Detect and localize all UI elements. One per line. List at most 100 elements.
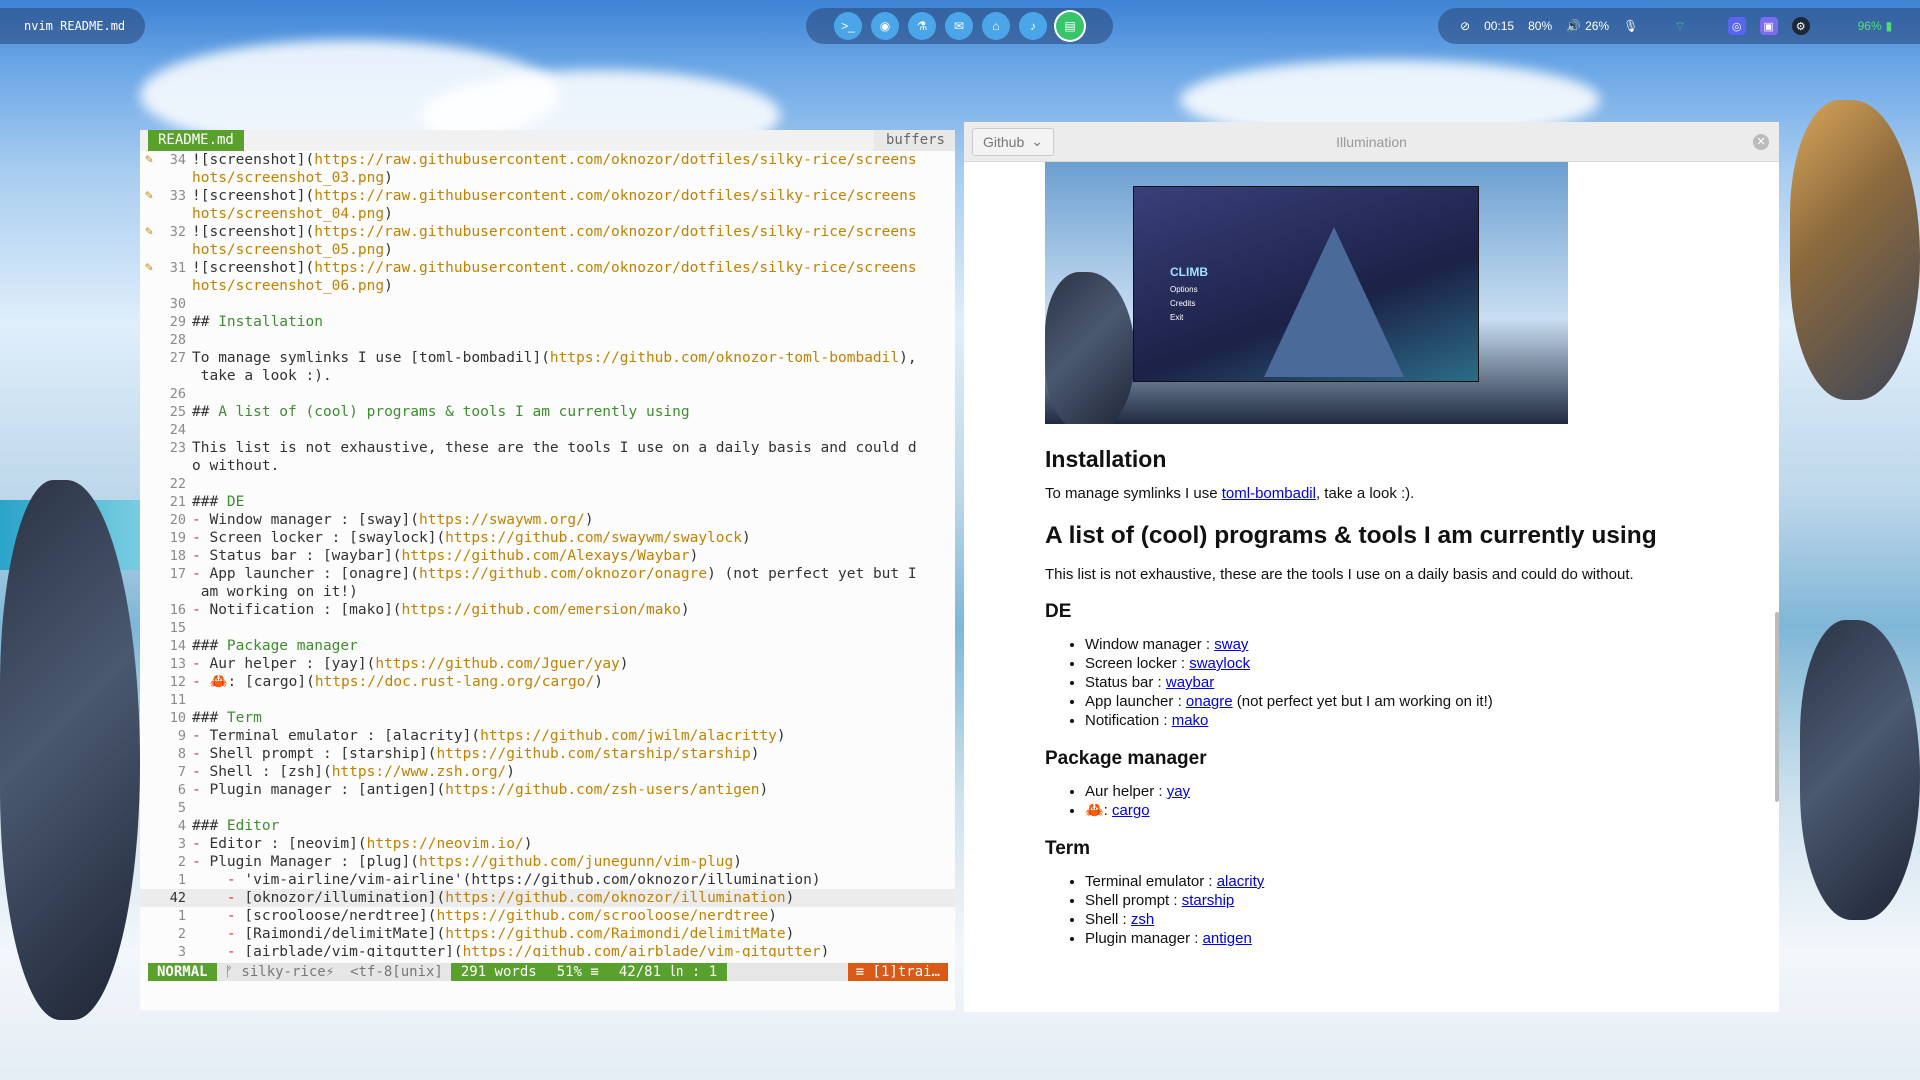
- sign-column: [140, 349, 158, 367]
- editor-line[interactable]: take a look :).: [140, 367, 955, 385]
- markdown-preview-window[interactable]: Github ⌄ Illumination ✕ CLIMB Options Cr…: [964, 122, 1779, 1012]
- editor-line[interactable]: 4 ### Editor: [140, 817, 955, 835]
- editor-line[interactable]: 16- Notification : [mako](https://github…: [140, 601, 955, 619]
- editor-line[interactable]: ✎ 32 ![screenshot](https://raw.githubuserc…: [140, 223, 955, 241]
- scrollbar[interactable]: [1775, 612, 1779, 802]
- editor-line[interactable]: o without.: [140, 457, 955, 475]
- editor-line[interactable]: 3- Editor : [neovim](https://neovim.io/): [140, 835, 955, 853]
- neovim-window[interactable]: README.md buffers ✎ 34 ![screenshot](https…: [140, 130, 955, 1010]
- editor-line[interactable]: ✎ 34 ![screenshot](https://raw.githubuserc…: [140, 151, 955, 169]
- editor-line[interactable]: 10 ### Term: [140, 709, 955, 727]
- editor-line[interactable]: am working on it!): [140, 583, 955, 601]
- eye-off-icon[interactable]: ⊘: [1460, 19, 1470, 33]
- link-antigen[interactable]: antigen: [1203, 930, 1252, 947]
- editor-buffer[interactable]: ✎ 34 ![screenshot](https://raw.githubuserc…: [140, 151, 955, 957]
- editor-line[interactable]: 8- Shell prompt : [starship](https://git…: [140, 745, 955, 763]
- editor-line[interactable]: 13- Aur helper : [yay](https://github.co…: [140, 655, 955, 673]
- tab-readme[interactable]: README.md: [148, 130, 244, 151]
- window-title: nvim README.md: [0, 8, 145, 44]
- line-text: - App launcher : [onagre](https://github…: [192, 565, 955, 583]
- flask-icon[interactable]: ⚗: [908, 12, 936, 40]
- editor-line[interactable]: 3 - [airblade/vim-gitgutter](https://git…: [140, 943, 955, 957]
- link-onagre[interactable]: onagre: [1186, 693, 1233, 710]
- microphone-icon[interactable]: 🎙: [1623, 19, 1638, 33]
- notes-icon[interactable]: ▤: [1056, 12, 1084, 40]
- line-number: 16: [169, 602, 186, 618]
- editor-line[interactable]: 2 - [Raimondi/delimitMate](https://githu…: [140, 925, 955, 943]
- editor-line[interactable]: 11: [140, 691, 955, 709]
- editor-line[interactable]: 27 To manage symlinks I use [toml-bombadi…: [140, 349, 955, 367]
- link-sway[interactable]: sway: [1214, 636, 1248, 653]
- url-text: https://github.com/Raimondi/delimitMate: [445, 926, 786, 942]
- editor-line[interactable]: hots/screenshot_03.png): [140, 169, 955, 187]
- preview-content[interactable]: CLIMB Options Credits Exit Installation …: [964, 162, 1779, 1012]
- discord-icon[interactable]: ◎: [1727, 17, 1746, 35]
- editor-line[interactable]: 20- Window manager : [sway](https://sway…: [140, 511, 955, 529]
- editor-line[interactable]: 22: [140, 475, 955, 493]
- tab-buffers[interactable]: buffers: [873, 130, 955, 151]
- link-zsh[interactable]: zsh: [1131, 911, 1154, 928]
- wifi-icon[interactable]: ⌔: [1674, 19, 1685, 34]
- theme-select[interactable]: Github ⌄: [972, 127, 1054, 156]
- game-menu: Options Credits Exit: [1170, 283, 1198, 325]
- link-cargo[interactable]: cargo: [1112, 802, 1150, 819]
- editor-line[interactable]: 2- Plugin Manager : [plug](https://githu…: [140, 853, 955, 871]
- editor-line[interactable]: 21 ### DE: [140, 493, 955, 511]
- editor-line[interactable]: 14 ### Package manager: [140, 637, 955, 655]
- editor-line[interactable]: 18- Status bar : [waybar](https://github…: [140, 547, 955, 565]
- editor-line[interactable]: 19- Screen locker : [swaylock](https://g…: [140, 529, 955, 547]
- url-text: https://raw.githubusercontent.com/oknozo…: [314, 260, 917, 276]
- url-text: hots/screenshot_03.png: [192, 170, 385, 186]
- sign-column: [140, 763, 158, 781]
- editor-line[interactable]: 25 ## A list of (cool) programs & tools I…: [140, 403, 955, 421]
- terminal-icon[interactable]: >_: [834, 12, 862, 40]
- code-text: ): [384, 278, 393, 294]
- sign-column: [140, 673, 158, 691]
- editor-line[interactable]: 15: [140, 619, 955, 637]
- sign-column: [140, 655, 158, 673]
- browser-icon[interactable]: ◉: [871, 12, 899, 40]
- volume-indicator[interactable]: 🔊 26%: [1566, 19, 1609, 33]
- editor-line[interactable]: 24: [140, 421, 955, 439]
- link-alacrity[interactable]: alacrity: [1217, 873, 1265, 890]
- editor-line[interactable]: 7- Shell : [zsh](https://www.zsh.org/): [140, 763, 955, 781]
- line-number: 12: [169, 674, 186, 690]
- link-waybar[interactable]: waybar: [1166, 674, 1214, 691]
- editor-line[interactable]: 9- Terminal emulator : [alacrity](https:…: [140, 727, 955, 745]
- close-icon[interactable]: ✕: [1753, 133, 1769, 150]
- editor-line[interactable]: 28: [140, 331, 955, 349]
- editor-line[interactable]: hots/screenshot_06.png): [140, 277, 955, 295]
- battery-indicator: 96% ▮: [1858, 19, 1893, 33]
- editor-line[interactable]: hots/screenshot_05.png): [140, 241, 955, 259]
- link-swaylock[interactable]: swaylock: [1189, 655, 1250, 672]
- editor-line[interactable]: 42 - [oknozor/illumination](https://gith…: [140, 889, 955, 907]
- link-starship[interactable]: starship: [1182, 892, 1235, 909]
- app-tray-icon[interactable]: ▣: [1759, 17, 1778, 35]
- code-text: Aur helper : [yay](: [209, 656, 376, 672]
- music-icon[interactable]: ♪: [1019, 12, 1047, 40]
- link-mako[interactable]: mako: [1172, 712, 1209, 729]
- editor-line[interactable]: 30: [140, 295, 955, 313]
- chat-icon[interactable]: ✉: [945, 12, 973, 40]
- steam-icon[interactable]: ⚙: [1791, 17, 1810, 35]
- link-yay[interactable]: yay: [1167, 783, 1190, 800]
- editor-line[interactable]: 23 This list is not exhaustive, these are…: [140, 439, 955, 457]
- editor-line[interactable]: hots/screenshot_04.png): [140, 205, 955, 223]
- editor-line[interactable]: 17- App launcher : [onagre](https://gith…: [140, 565, 955, 583]
- line-number: 24: [169, 422, 186, 438]
- editor-line[interactable]: ✎ 31 ![screenshot](https://raw.githubuserc…: [140, 259, 955, 277]
- editor-line[interactable]: 1 - 'vim-airline/vim-airline'(https://gi…: [140, 871, 955, 889]
- editor-line[interactable]: 26: [140, 385, 955, 403]
- editor-line[interactable]: 1 - [scrooloose/nerdtree](https://github…: [140, 907, 955, 925]
- code-text: [scrooloose/nerdtree](: [244, 908, 437, 924]
- editor-line[interactable]: 6- Plugin manager : [antigen](https://gi…: [140, 781, 955, 799]
- home-icon[interactable]: ⌂: [982, 12, 1010, 40]
- code-text: ###: [192, 638, 227, 654]
- editor-line[interactable]: 12- 🦀: [cargo](https://doc.rust-lang.org…: [140, 673, 955, 691]
- editor-line[interactable]: 29 ## Installation: [140, 313, 955, 331]
- editor-line[interactable]: ✎ 33 ![screenshot](https://raw.githubuserc…: [140, 187, 955, 205]
- editor-line[interactable]: 5: [140, 799, 955, 817]
- sign-column: [140, 439, 158, 457]
- link-toml-bombadil[interactable]: toml-bombadil: [1222, 485, 1316, 502]
- line-number: 3: [177, 944, 186, 957]
